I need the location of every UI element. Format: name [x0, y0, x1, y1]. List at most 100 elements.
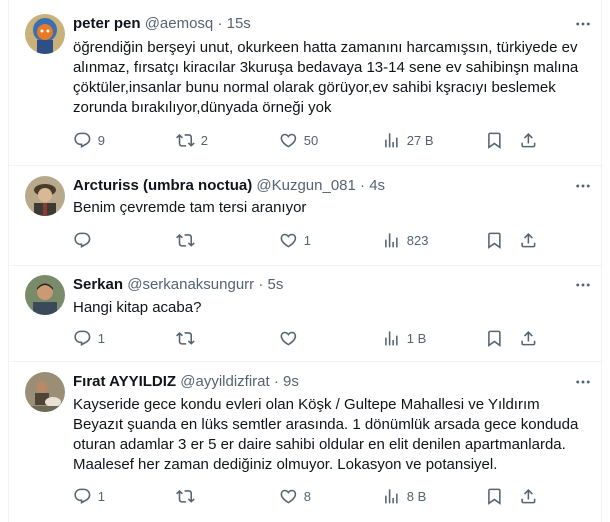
reply-button[interactable] — [73, 230, 98, 250]
view-count: 823 — [406, 232, 429, 248]
reply-icon — [73, 231, 92, 250]
separator: · — [360, 177, 366, 194]
action-bar: 1 8 8 B — [73, 486, 593, 506]
like-button[interactable] — [279, 328, 304, 348]
tweet[interactable]: peter pen @aemosq · 15s öğrendiğin berşe… — [9, 0, 603, 166]
action-bar: 1 823 — [73, 230, 593, 250]
share-button[interactable] — [519, 130, 538, 150]
retweet-button[interactable] — [176, 486, 201, 506]
share-button[interactable] — [519, 486, 538, 506]
avatar[interactable] — [25, 176, 65, 216]
view-count: 27 B — [406, 132, 434, 148]
heart-icon — [279, 329, 298, 348]
reply-button[interactable]: 9 — [73, 130, 105, 150]
separator: · — [258, 276, 264, 293]
action-bar: 1 1 B — [73, 328, 593, 348]
avatar[interactable] — [25, 275, 65, 315]
reply-count: 9 — [97, 132, 105, 148]
reply-button[interactable]: 1 — [73, 328, 105, 348]
like-count: 1 — [303, 232, 311, 248]
views-icon — [382, 329, 401, 348]
bookmark-icon — [485, 487, 504, 506]
timestamp[interactable]: 9s — [283, 373, 299, 390]
separator: · — [273, 373, 279, 390]
timestamp[interactable]: 4s — [369, 177, 385, 194]
separator: · — [217, 15, 223, 32]
user-handle[interactable]: @serkanaksungurr — [127, 276, 254, 293]
bookmark-icon — [485, 329, 504, 348]
retweet-count: 2 — [200, 132, 208, 148]
tweet-text: Benim çevremde tam tersi aranıyor — [73, 199, 307, 216]
bookmark-icon — [485, 131, 504, 150]
like-button[interactable]: 50 — [279, 130, 318, 150]
tweet[interactable]: Serkan @serkanaksungurr · 5s Hangi kitap… — [9, 266, 603, 362]
bookmark-button[interactable] — [485, 328, 504, 348]
share-icon — [519, 487, 538, 506]
retweet-icon — [176, 231, 195, 250]
view-count: 8 B — [406, 488, 427, 504]
avatar[interactable] — [25, 14, 65, 54]
views-icon — [382, 487, 401, 506]
share-icon — [519, 131, 538, 150]
tweet-text: öğrendiğin berşeyi unut, okurkeen hatta … — [73, 39, 579, 116]
retweet-button[interactable]: 2 — [176, 130, 208, 150]
heart-icon — [279, 487, 298, 506]
views-icon — [382, 131, 401, 150]
timestamp[interactable]: 5s — [268, 276, 284, 293]
reply-button[interactable]: 1 — [73, 486, 105, 506]
more-icon[interactable] — [573, 176, 593, 196]
like-button[interactable]: 1 — [279, 230, 311, 250]
reply-count: 1 — [97, 488, 105, 504]
views-button[interactable]: 1 B — [382, 328, 426, 348]
avatar[interactable] — [25, 372, 65, 412]
tweet-header: Serkan @serkanaksungurr · 5s — [73, 275, 563, 295]
tweet-header: Fırat AYYILDIZ @ayyildizfirat · 9s — [73, 372, 563, 392]
views-icon — [382, 231, 401, 250]
like-count: 8 — [303, 488, 311, 504]
reply-count: 1 — [97, 330, 105, 346]
tweet[interactable]: Arcturiss (umbra noctua) @Kuzgun_081 · 4… — [9, 166, 603, 266]
tweet-header: peter pen @aemosq · 15s — [73, 14, 563, 34]
reply-icon — [73, 487, 92, 506]
share-icon — [519, 231, 538, 250]
like-button[interactable]: 8 — [279, 486, 311, 506]
display-name[interactable]: Fırat AYYILDIZ — [73, 373, 176, 390]
retweet-icon — [176, 131, 195, 150]
retweet-button[interactable] — [176, 328, 201, 348]
user-handle[interactable]: @Kuzgun_081 — [256, 177, 355, 194]
heart-icon — [279, 231, 298, 250]
views-button[interactable]: 27 B — [382, 130, 434, 150]
tweet[interactable]: Fırat AYYILDIZ @ayyildizfirat · 9s Kayse… — [9, 362, 603, 522]
more-icon[interactable] — [573, 275, 593, 295]
more-icon[interactable] — [573, 14, 593, 34]
tweet-text: Kayseride gece kondu evleri olan Köşk / … — [73, 396, 579, 473]
more-icon[interactable] — [573, 372, 593, 392]
tweet-header: Arcturiss (umbra noctua) @Kuzgun_081 · 4… — [73, 176, 563, 196]
reply-icon — [73, 131, 92, 150]
reply-icon — [73, 329, 92, 348]
display-name[interactable]: peter pen — [73, 15, 141, 32]
share-button[interactable] — [519, 328, 538, 348]
heart-icon — [279, 131, 298, 150]
views-button[interactable]: 823 — [382, 230, 428, 250]
views-button[interactable]: 8 B — [382, 486, 426, 506]
action-bar: 9 2 50 27 B — [73, 130, 593, 150]
timestamp[interactable]: 15s — [227, 15, 251, 32]
retweet-icon — [176, 329, 195, 348]
user-handle[interactable]: @aemosq — [145, 15, 214, 32]
tweet-text: Hangi kitap acaba? — [73, 299, 202, 316]
like-count: 50 — [303, 132, 319, 148]
share-button[interactable] — [519, 230, 538, 250]
retweet-button[interactable] — [176, 230, 201, 250]
bookmark-icon — [485, 231, 504, 250]
retweet-icon — [176, 487, 195, 506]
bookmark-button[interactable] — [485, 130, 504, 150]
display-name[interactable]: Serkan — [73, 276, 123, 293]
user-handle[interactable]: @ayyildizfirat — [180, 373, 269, 390]
reply-thread: peter pen @aemosq · 15s öğrendiğin berşe… — [8, 0, 603, 522]
share-icon — [519, 329, 538, 348]
bookmark-button[interactable] — [485, 230, 504, 250]
display-name[interactable]: Arcturiss (umbra noctua) — [73, 177, 252, 194]
bookmark-button[interactable] — [485, 486, 504, 506]
view-count: 1 B — [406, 330, 427, 346]
